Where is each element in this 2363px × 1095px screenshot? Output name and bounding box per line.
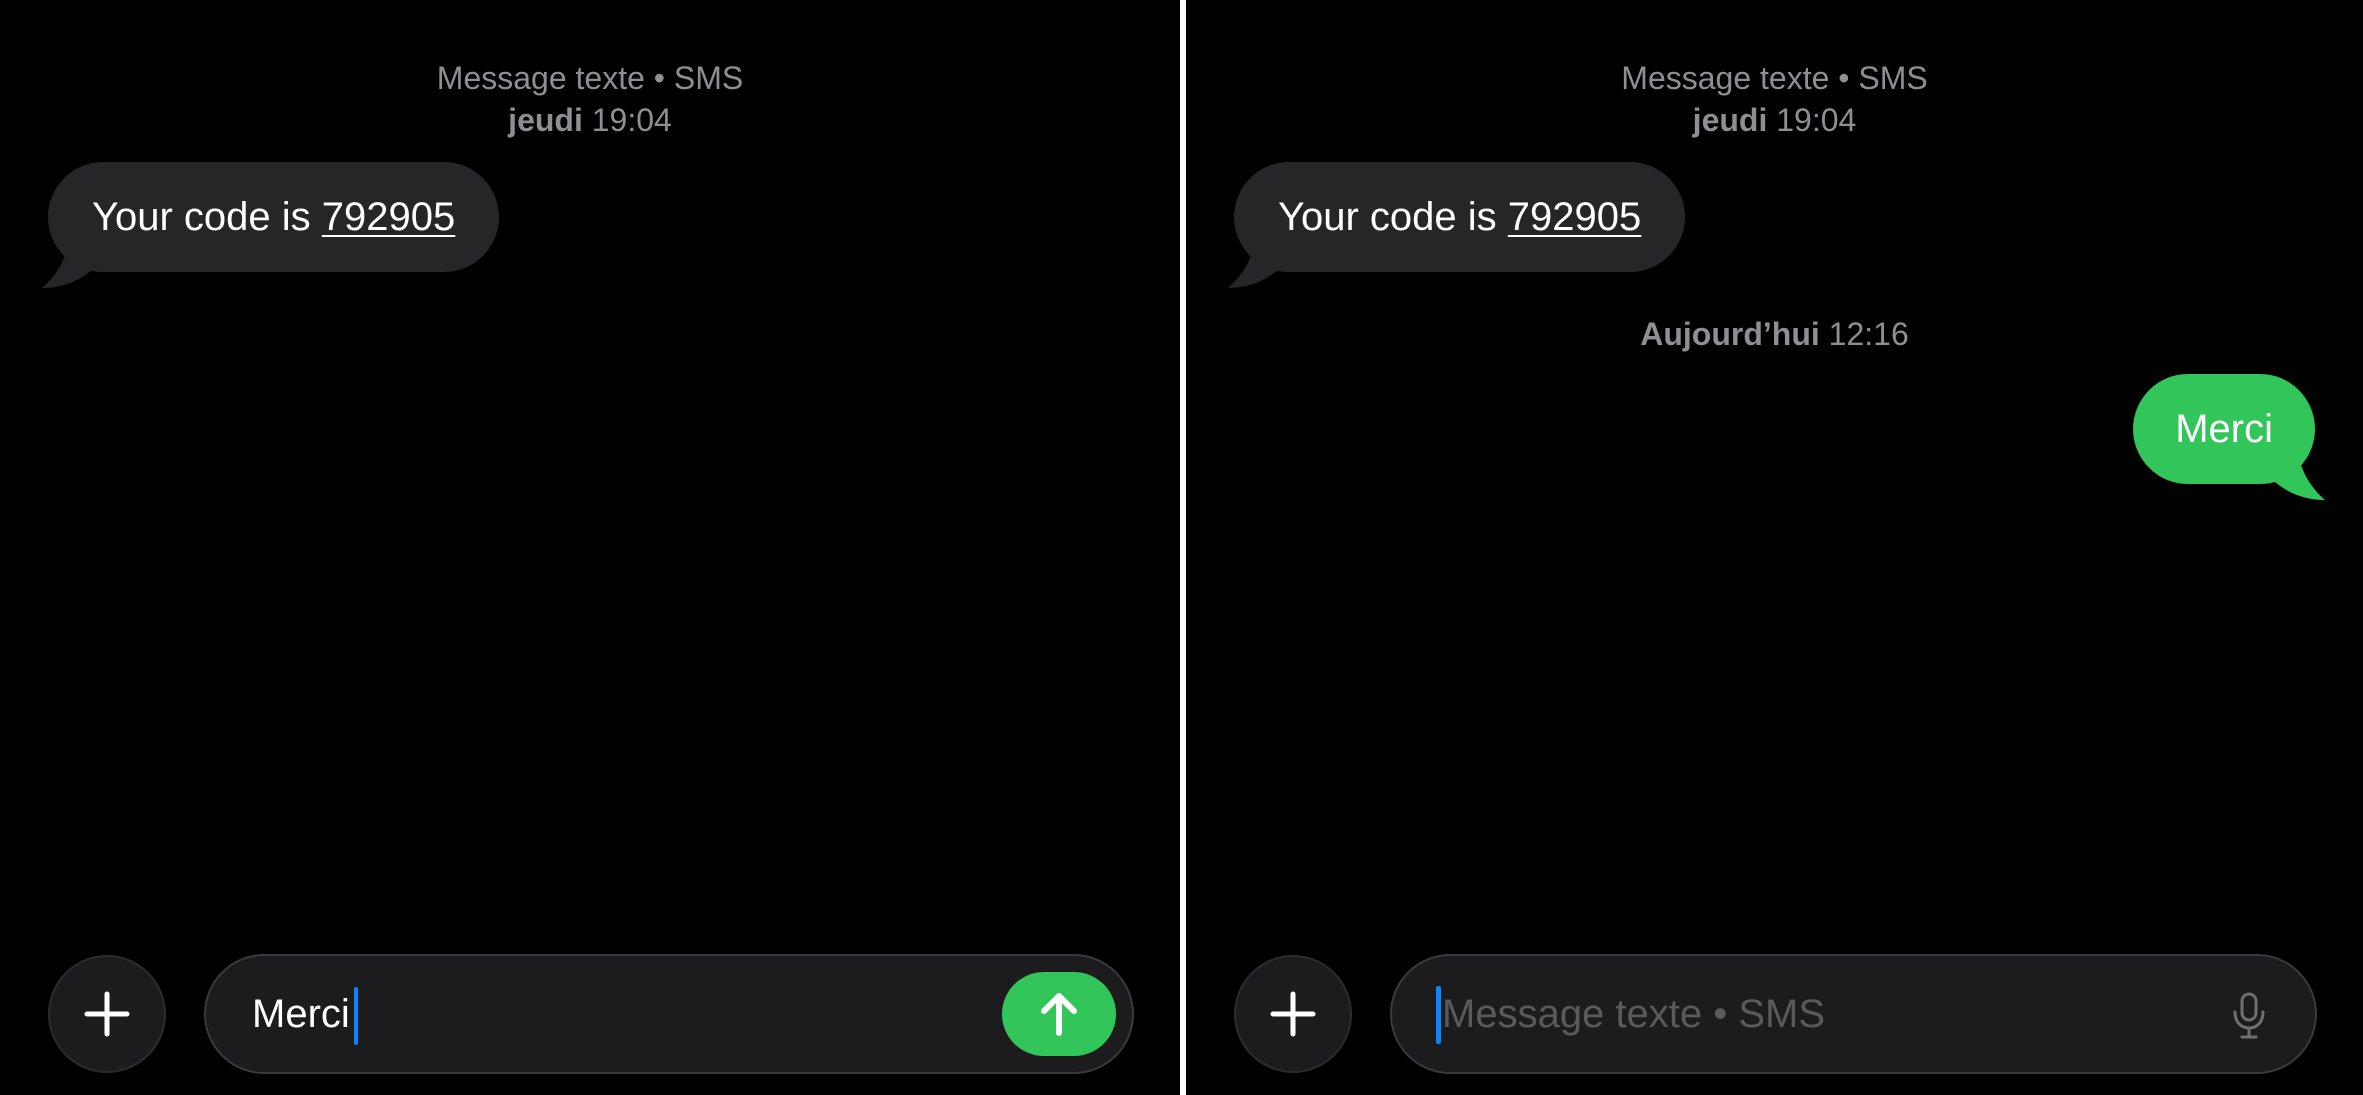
microphone-icon xyxy=(2233,992,2265,1039)
conversation-date-header: jeudi 19:04 xyxy=(1186,100,2363,140)
message-input-value-wrap: Merci xyxy=(252,956,358,1072)
outgoing-message-bubble[interactable]: Merci xyxy=(2133,374,2315,484)
composer-bar: Message texte • SMS xyxy=(1186,953,2363,1075)
service-label: Message texte • SMS xyxy=(436,60,744,96)
conversation-panel-before-send: Message texte • SMS jeudi 19:04 Your cod… xyxy=(0,0,1180,1095)
conversation-date-header: jeudi 19:04 xyxy=(0,100,1180,140)
incoming-message-text: Your code is xyxy=(92,195,322,239)
text-caret xyxy=(353,987,358,1046)
date-day: jeudi xyxy=(1692,102,1768,138)
sent-day: Aujourd’hui xyxy=(1640,316,1820,352)
add-attachment-button[interactable] xyxy=(48,955,166,1073)
arrow-up-icon xyxy=(1041,993,1077,1036)
conversation-panel-after-send: Message texte • SMS jeudi 19:04 Your cod… xyxy=(1186,0,2363,1095)
message-input-value: Merci xyxy=(252,992,350,1036)
service-label: Message texte • SMS xyxy=(1621,60,1928,96)
date-time: 19:04 xyxy=(1776,102,1857,138)
text-caret xyxy=(1436,986,1441,1044)
message-input-field[interactable]: Merci xyxy=(204,954,1134,1074)
add-attachment-button[interactable] xyxy=(1234,955,1352,1073)
screenshot-stage: Message texte • SMS jeudi 19:04 Your cod… xyxy=(0,0,2363,1095)
incoming-message-bubble[interactable]: Your code is 792905 xyxy=(48,162,500,272)
outgoing-message-text: Merci xyxy=(2175,407,2273,451)
date-day: jeudi xyxy=(508,102,583,138)
composer-bar: Merci xyxy=(0,953,1180,1075)
verification-code-link[interactable]: 792905 xyxy=(322,195,455,239)
send-button[interactable] xyxy=(1002,972,1116,1056)
incoming-message-text: Your code is xyxy=(1278,195,1508,239)
sent-time: 12:16 xyxy=(1828,316,1909,352)
conversation-service-label: Message texte • SMS xyxy=(0,58,1180,98)
message-input-placeholder: Message texte • SMS xyxy=(1442,992,1826,1036)
conversation-service-label: Message texte • SMS xyxy=(1186,58,2363,98)
plus-icon xyxy=(84,991,130,1037)
message-input-field[interactable]: Message texte • SMS xyxy=(1390,954,2317,1074)
verification-code-link[interactable]: 792905 xyxy=(1508,195,1641,239)
date-time: 19:04 xyxy=(591,102,672,138)
plus-icon xyxy=(1270,991,1316,1037)
incoming-message-bubble[interactable]: Your code is 792905 xyxy=(1234,162,1686,272)
dictation-button[interactable] xyxy=(2227,992,2271,1040)
sent-timestamp: Aujourd’hui 12:16 xyxy=(1186,314,2363,354)
